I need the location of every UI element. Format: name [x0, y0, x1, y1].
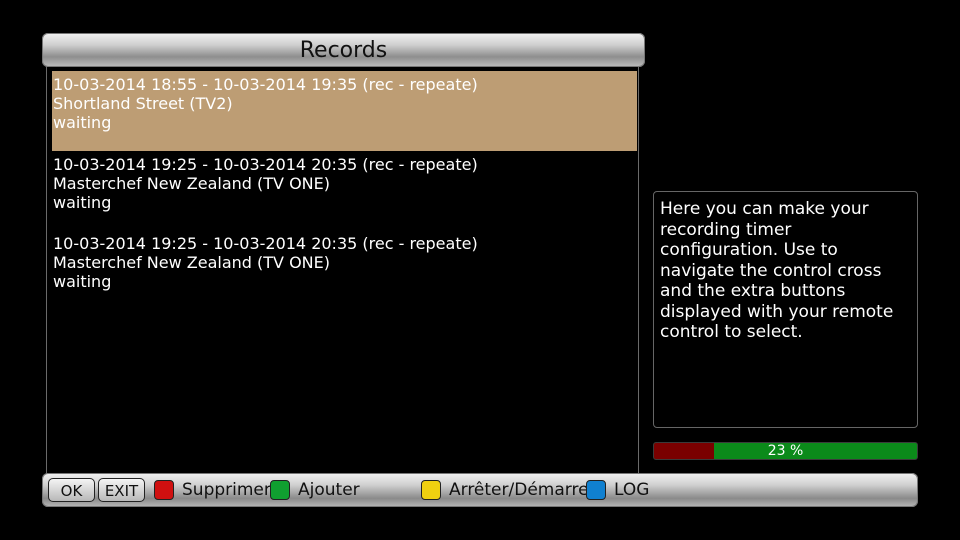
record-time: 10-03-2014 19:25 - 10-03-2014 20:35 (rec…: [53, 234, 478, 253]
record-time: 10-03-2014 19:25 - 10-03-2014 20:35 (rec…: [53, 155, 478, 174]
progress-label: 23 %: [767, 443, 804, 459]
exit-button[interactable]: EXIT: [98, 478, 145, 502]
red-button-label: Supprimer: [182, 480, 271, 500]
green-button-icon[interactable]: [270, 480, 290, 500]
record-channel: Masterchef New Zealand (TV ONE): [53, 253, 330, 272]
progress-bar: 23 %: [653, 442, 918, 460]
record-channel: Shortland Street (TV2): [53, 94, 233, 113]
record-status: waiting: [53, 113, 112, 132]
record-item-selected[interactable]: 10-03-2014 18:55 - 10-03-2014 19:35 (rec…: [52, 71, 637, 151]
record-item[interactable]: 10-03-2014 19:25 - 10-03-2014 20:35 (rec…: [52, 151, 637, 231]
yellow-button-icon[interactable]: [421, 480, 441, 500]
blue-button-label: LOG: [614, 480, 650, 500]
records-list: 10-03-2014 18:55 - 10-03-2014 19:35 (rec…: [46, 67, 639, 473]
record-status: waiting: [53, 193, 112, 212]
red-button-icon[interactable]: [154, 480, 174, 500]
record-time: 10-03-2014 18:55 - 10-03-2014 19:35 (rec…: [53, 75, 478, 94]
button-bar: OK EXIT Supprimer Ajouter Arrêter/Démarr…: [42, 473, 918, 507]
blue-button-icon[interactable]: [586, 480, 606, 500]
ok-button[interactable]: OK: [48, 478, 95, 502]
record-status: waiting: [53, 272, 112, 291]
record-item[interactable]: 10-03-2014 19:25 - 10-03-2014 20:35 (rec…: [52, 230, 637, 310]
page-title: Records: [299, 37, 388, 63]
help-panel: Here you can make your recording timer c…: [653, 191, 918, 428]
yellow-button-label: Arrêter/Démarre: [449, 480, 589, 500]
green-button-label: Ajouter: [298, 480, 360, 500]
help-text: Here you can make your recording timer c…: [660, 199, 894, 342]
title-bar: Records: [42, 33, 645, 67]
record-channel: Masterchef New Zealand (TV ONE): [53, 174, 330, 193]
